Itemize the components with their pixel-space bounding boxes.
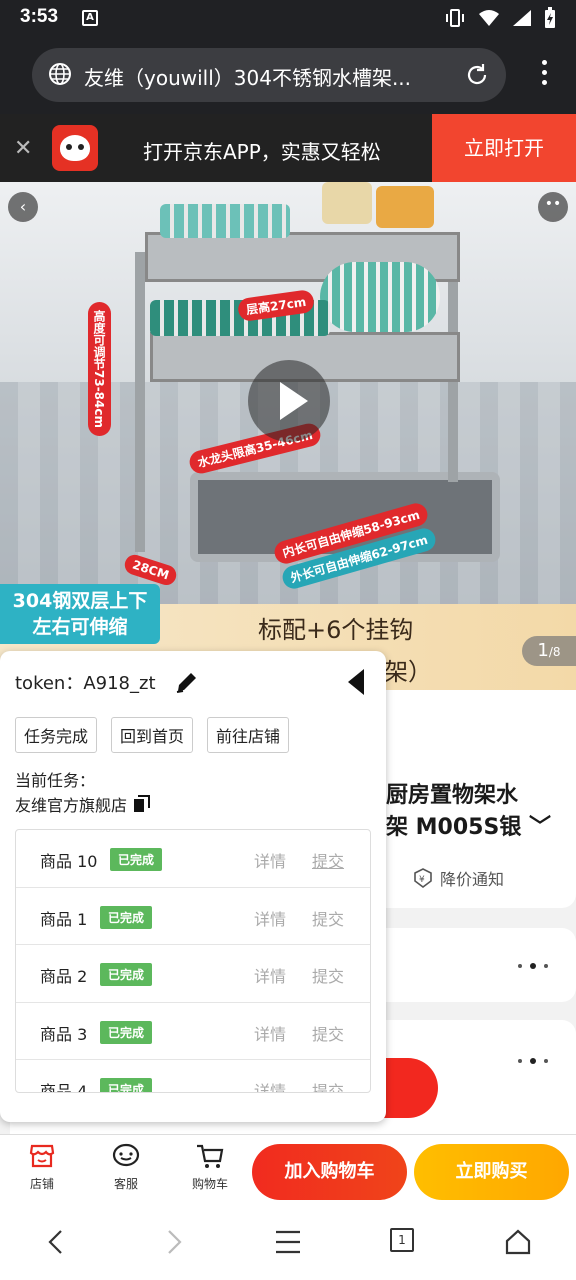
price-notify-button[interactable]: ¥ 降价通知 xyxy=(412,866,504,890)
current-shop: 友维官方旗舰店 xyxy=(15,792,151,816)
banner-text: 打开京东APP，实惠又轻松 xyxy=(143,140,381,164)
task-item-row: 商品 4 已完成 详情 提交 xyxy=(16,1060,370,1092)
task-item-row: 商品 1 已完成 详情 提交 xyxy=(16,888,370,945)
product-title[interactable]: 厨房置物架水 架 M005S银 ﹀ xyxy=(386,780,551,844)
shop-icon xyxy=(29,1144,55,1168)
service-icon xyxy=(112,1143,140,1167)
url-text[interactable]: 友维（youwill）304不锈钢水槽架... xyxy=(84,62,454,91)
svg-text:¥: ¥ xyxy=(419,875,425,885)
back-arrow-icon[interactable] xyxy=(44,1228,68,1256)
task-item-row: 商品 10 已完成 详情 提交 xyxy=(16,830,370,888)
wifi-icon xyxy=(479,10,499,26)
submit-link[interactable]: 提交 xyxy=(312,848,344,872)
close-icon[interactable]: ✕ xyxy=(14,136,32,161)
purchase-action-bar: 店铺 客服 购物车 加入购物车 立即购买 xyxy=(0,1134,576,1206)
home-icon[interactable] xyxy=(504,1228,532,1256)
browser-toolbar: 友维（youwill）304不锈钢水槽架... xyxy=(0,36,576,114)
back-icon[interactable]: ‹ xyxy=(8,192,38,222)
battery-icon xyxy=(545,7,555,28)
status-badge: 已完成 xyxy=(110,848,163,871)
system-icons xyxy=(444,7,556,29)
open-app-button[interactable]: 立即打开 xyxy=(432,114,576,182)
detail-link[interactable]: 详情 xyxy=(254,963,286,987)
notification-a-icon: A xyxy=(82,10,98,26)
task-item-row: 商品 2 已完成 详情 提交 xyxy=(16,945,370,1003)
task-item-list[interactable]: 商品 10 已完成 详情 提交 商品 1 已完成 详情 提交 商品 2 已完成 … xyxy=(15,829,371,1093)
more-dots-icon[interactable] xyxy=(518,963,548,969)
vibrate-icon xyxy=(446,9,464,27)
more-icon[interactable]: •• xyxy=(538,192,568,222)
copy-icon[interactable] xyxy=(133,795,151,813)
globe-icon xyxy=(49,63,71,85)
submit-link[interactable]: 提交 xyxy=(312,1078,344,1092)
status-badge: 已完成 xyxy=(100,963,153,986)
token-display: token：A918_zt xyxy=(15,673,156,694)
detail-link[interactable]: 详情 xyxy=(254,906,286,930)
status-badge: 已完成 xyxy=(100,1020,153,1044)
shop-button[interactable]: 店铺 xyxy=(12,1141,72,1192)
tabs-icon[interactable]: 1 xyxy=(390,1228,414,1252)
cart-button[interactable]: 购物车 xyxy=(180,1141,240,1192)
image-pager: 1/8 xyxy=(522,636,576,666)
standard-config-text: 标配+6个挂钩 xyxy=(258,616,414,644)
status-badge: 已完成 xyxy=(100,1078,153,1092)
cart-icon xyxy=(197,1144,224,1168)
current-task-label: 当前任务： xyxy=(15,771,96,790)
forward-arrow-icon[interactable] xyxy=(162,1228,186,1256)
menu-lines-icon[interactable] xyxy=(274,1228,302,1256)
address-bar[interactable]: 友维（youwill）304不锈钢水槽架... xyxy=(32,48,506,102)
edit-pencil-icon[interactable] xyxy=(174,669,200,695)
app-download-banner: ✕ 打开京东APP，实惠又轻松 立即打开 xyxy=(0,114,576,182)
jd-logo-icon xyxy=(52,125,98,171)
detail-link[interactable]: 详情 xyxy=(254,1078,286,1092)
reload-icon[interactable] xyxy=(464,62,490,88)
task-complete-button[interactable]: 任务完成 xyxy=(15,717,98,753)
signal-icon xyxy=(513,10,531,26)
price-tag-icon: ¥ xyxy=(414,868,432,888)
add-to-cart-button[interactable]: 加入购物车 xyxy=(252,1144,407,1200)
detail-link[interactable]: 详情 xyxy=(254,848,286,872)
buy-now-button[interactable]: 立即购买 xyxy=(414,1144,569,1200)
product-image-carousel[interactable]: 高度可调节73-84cm 层高27cm 水龙头限高35-46cm 内长可自由伸缩… xyxy=(0,182,576,690)
browser-bottom-nav: 1 xyxy=(0,1206,576,1280)
task-panel: token：A918_zt 任务完成 回到首页 前往店铺 当前任务： 友维官方旗… xyxy=(0,651,386,1122)
collapse-panel-icon[interactable] xyxy=(348,669,364,695)
sink-illustration xyxy=(190,472,500,562)
go-store-button[interactable]: 前往店铺 xyxy=(207,717,290,753)
browser-menu-icon[interactable] xyxy=(540,60,548,90)
token-value: A918_zt xyxy=(83,673,156,694)
chevron-down-icon[interactable]: ﹀ xyxy=(521,815,551,840)
height-label: 高度可调节73-84cm xyxy=(88,302,111,436)
submit-link[interactable]: 提交 xyxy=(312,1021,344,1045)
clock: 3:53 xyxy=(20,6,59,27)
play-video-icon[interactable] xyxy=(248,360,330,442)
submit-link[interactable]: 提交 xyxy=(312,906,344,930)
status-bar: 3:53 A xyxy=(0,0,576,36)
submit-link[interactable]: 提交 xyxy=(312,963,344,987)
task-item-row: 商品 3 已完成 详情 提交 xyxy=(16,1003,370,1060)
detail-link[interactable]: 详情 xyxy=(254,1021,286,1045)
panel-button-row: 任务完成 回到首页 前往店铺 xyxy=(15,717,290,753)
customer-service-button[interactable]: 客服 xyxy=(96,1141,156,1192)
status-badge: 已完成 xyxy=(100,905,153,929)
feature-tag: 304钢双层上下 左右可伸缩 xyxy=(0,584,160,644)
back-home-button[interactable]: 回到首页 xyxy=(111,717,194,753)
more-dots-icon-2[interactable] xyxy=(518,1058,548,1064)
